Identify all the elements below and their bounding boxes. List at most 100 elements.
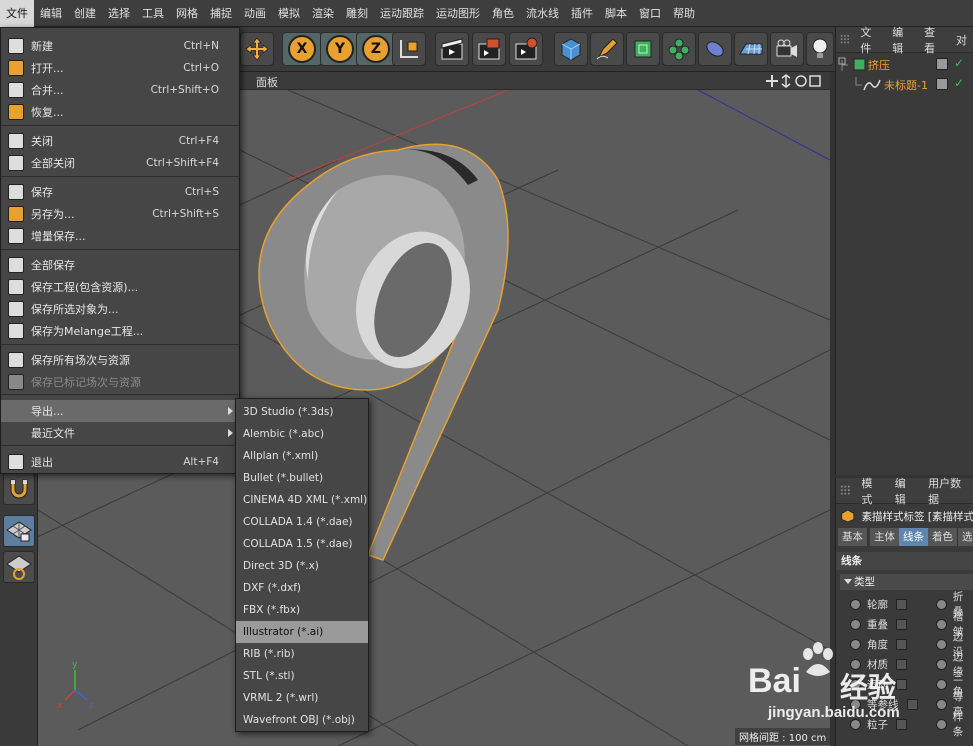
export-format-item[interactable]: CINEMA 4D XML (*.xml): [236, 489, 368, 511]
pen-spline-button[interactable]: [590, 32, 624, 66]
menubar-item[interactable]: 渲染: [306, 0, 340, 27]
menubar-item[interactable]: 选择: [102, 0, 136, 27]
file-menu-item-save-melange[interactable]: 保存为Melange工程...: [1, 320, 239, 342]
export-format-item[interactable]: FBX (*.fbx): [236, 599, 368, 621]
om-menu-object[interactable]: 对: [949, 32, 973, 48]
menubar-item[interactable]: 动画: [238, 0, 272, 27]
file-menu-item-close[interactable]: 关闭 Ctrl+F4: [1, 130, 239, 152]
line-type-option[interactable]: 重叠: [850, 614, 907, 634]
file-menu-item-revert[interactable]: 恢复...: [1, 101, 239, 123]
file-menu-item-merge[interactable]: 合并... Ctrl+Shift+O: [1, 79, 239, 101]
object-name-extrude[interactable]: 挤压: [868, 57, 890, 73]
magnet-tool-button[interactable]: [3, 473, 35, 505]
attribute-tab[interactable]: 基本: [838, 528, 868, 546]
menubar-item[interactable]: 编辑: [34, 0, 68, 27]
file-menu-item-incremental-save[interactable]: 增量保存...: [1, 225, 239, 247]
radio-icon[interactable]: [850, 598, 861, 610]
om-menu-file[interactable]: 文件: [853, 24, 885, 56]
coordinate-system-button[interactable]: [392, 32, 426, 66]
am-menu-edit[interactable]: 编辑: [888, 475, 921, 507]
axis-y-button[interactable]: Y: [320, 32, 360, 66]
export-format-item[interactable]: DXF (*.dxf): [236, 577, 368, 599]
file-menu-item-new[interactable]: 新建 Ctrl+N: [1, 35, 239, 57]
attribute-tab[interactable]: 主体: [870, 528, 900, 546]
file-menu-item-save-selected[interactable]: 保存所选对象为...: [1, 298, 239, 320]
export-format-item[interactable]: Alembic (*.abc): [236, 423, 368, 445]
export-format-item[interactable]: Allplan (*.xml): [236, 445, 368, 467]
menubar-item[interactable]: 文件: [0, 0, 34, 27]
render-view-button[interactable]: [435, 32, 469, 66]
menubar-item[interactable]: 帮助: [667, 0, 701, 27]
object-layer-icon[interactable]: [936, 78, 948, 90]
menubar-item[interactable]: 脚本: [599, 0, 633, 27]
export-format-item[interactable]: Wavefront OBJ (*.obj): [236, 709, 368, 731]
move-tool-button[interactable]: [240, 32, 274, 66]
camera-button[interactable]: [770, 32, 804, 66]
file-menu-item-recent-files[interactable]: 最近文件: [1, 422, 239, 444]
export-format-item[interactable]: Direct 3D (*.x): [236, 555, 368, 577]
menubar-item[interactable]: 流水线: [520, 0, 565, 27]
file-menu-item-save-as[interactable]: 另存为... Ctrl+Shift+S: [1, 203, 239, 225]
deformer-button[interactable]: [698, 32, 732, 66]
menubar-item[interactable]: 运动跟踪: [374, 0, 430, 27]
object-name-spline[interactable]: 未标题-1: [884, 77, 928, 93]
enabled-check-icon[interactable]: ✓: [954, 56, 964, 70]
attribute-tab[interactable]: 选: [958, 528, 973, 546]
menubar-item[interactable]: 雕刻: [340, 0, 374, 27]
file-menu-item-open[interactable]: 打开... Ctrl+O: [1, 57, 239, 79]
attribute-tab[interactable]: 线条: [899, 528, 929, 546]
cube-button[interactable]: [554, 32, 588, 66]
radio-icon[interactable]: [936, 618, 947, 630]
light-button[interactable]: [806, 32, 834, 66]
menubar-item[interactable]: 插件: [565, 0, 599, 27]
file-menu-item-export[interactable]: 导出...: [1, 400, 239, 422]
export-format-item[interactable]: VRML 2 (*.wrl): [236, 687, 368, 709]
export-format-item[interactable]: RIB (*.rib): [236, 643, 368, 665]
radio-icon[interactable]: [850, 618, 861, 630]
menubar-item[interactable]: 工具: [136, 0, 170, 27]
radio-icon[interactable]: [936, 598, 947, 610]
file-menu-item-save-project[interactable]: 保存工程(包含资源)...: [1, 276, 239, 298]
file-menu-item-save-all[interactable]: 全部保存: [1, 254, 239, 276]
axis-x-button[interactable]: X: [282, 32, 322, 66]
object-row-spline[interactable]: 未标题-1 ✓: [836, 75, 973, 95]
menubar-item[interactable]: 模拟: [272, 0, 306, 27]
export-format-item[interactable]: 3D Studio (*.3ds): [236, 401, 368, 423]
render-to-picture-viewer-button[interactable]: [472, 32, 506, 66]
collapse-triangle-icon[interactable]: [844, 579, 852, 584]
viewport-nav-icons[interactable]: [766, 74, 826, 88]
file-menu-item-exit[interactable]: 退出 Alt+F4: [1, 451, 239, 473]
om-menu-view[interactable]: 查看: [917, 24, 949, 56]
export-format-item[interactable]: Bullet (*.bullet): [236, 467, 368, 489]
enabled-check-icon[interactable]: ✓: [954, 76, 964, 90]
floor-button[interactable]: [734, 32, 768, 66]
object-layer-icon[interactable]: [936, 58, 948, 70]
export-format-item[interactable]: Illustrator (*.ai): [236, 621, 368, 643]
file-menu-item-save[interactable]: 保存 Ctrl+S: [1, 181, 239, 203]
line-type-option[interactable]: 轮廓: [850, 594, 907, 614]
workplane-lock-button[interactable]: [3, 515, 35, 547]
axis-z-button[interactable]: Z: [356, 32, 396, 66]
export-format-item[interactable]: COLLADA 1.4 (*.dae): [236, 511, 368, 533]
am-menu-mode[interactable]: 模式: [854, 475, 887, 507]
mograph-cloner-button[interactable]: [662, 32, 696, 66]
line-type-checkbox[interactable]: [896, 618, 907, 630]
subdivision-button[interactable]: [626, 32, 660, 66]
am-menu-userdata[interactable]: 用户数据: [921, 475, 973, 507]
object-row-extrude[interactable]: 挤压 ✓: [836, 55, 973, 75]
menubar-item[interactable]: 网格: [170, 0, 204, 27]
om-menu-edit[interactable]: 编辑: [885, 24, 917, 56]
export-format-item[interactable]: STL (*.stl): [236, 665, 368, 687]
export-format-item[interactable]: COLLADA 1.5 (*.dae): [236, 533, 368, 555]
group-header[interactable]: 类型: [840, 574, 973, 590]
menubar-item[interactable]: 运动图形: [430, 0, 486, 27]
menubar-item[interactable]: 创建: [68, 0, 102, 27]
file-menu-item-save-all-takes[interactable]: 保存所有场次与资源: [1, 349, 239, 371]
menubar-item[interactable]: 捕捉: [204, 0, 238, 27]
menubar-item[interactable]: 窗口: [633, 0, 667, 27]
file-menu-item-save-marked-takes[interactable]: 保存已标记场次与资源: [1, 371, 239, 393]
render-settings-button[interactable]: [509, 32, 543, 66]
panel-menu[interactable]: 面板: [256, 74, 278, 90]
menubar-item[interactable]: 角色: [486, 0, 520, 27]
file-menu-item-close-all[interactable]: 全部关闭 Ctrl+Shift+F4: [1, 152, 239, 174]
